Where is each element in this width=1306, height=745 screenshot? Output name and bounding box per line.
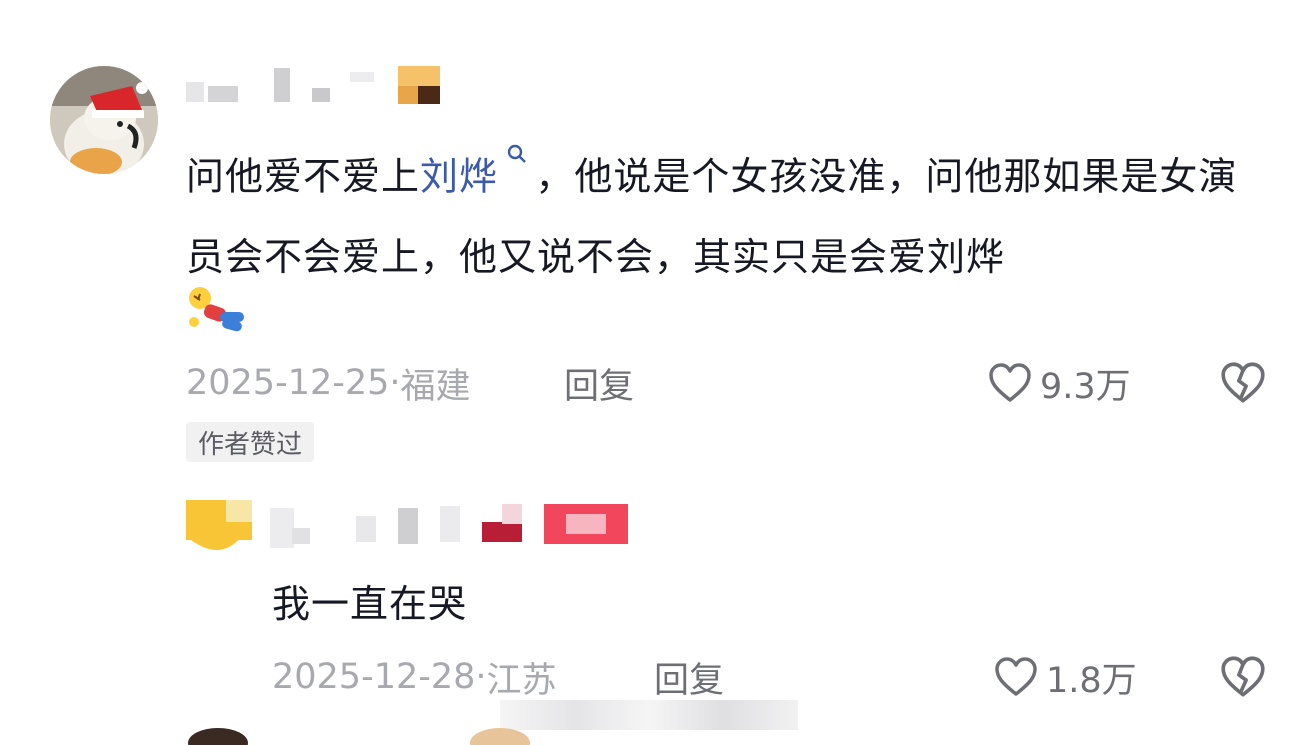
mention-link[interactable]: 刘烨 <box>420 155 498 199</box>
search-icon[interactable] <box>498 144 535 182</box>
commenter-avatar[interactable] <box>50 66 158 174</box>
reply-body: 我一直在哭 <box>272 582 468 626</box>
commenter-username-redacted[interactable] <box>186 66 446 106</box>
watermark-redacted <box>500 700 798 730</box>
author-liked-badge: 作者赞过 <box>186 422 315 462</box>
comment-text-before: 问他爱不爱上 <box>186 154 421 199</box>
reply-date: 2025-12-28 <box>272 657 476 697</box>
like-button[interactable]: 9.3万 <box>986 358 1131 408</box>
replier-username-redacted[interactable] <box>270 500 630 550</box>
comment-meta: 2025-12-25 · 福建 <box>186 358 471 408</box>
duck-avatar-image <box>50 66 158 174</box>
comment-thread: 问他爱不爱上刘烨 ，他说是个女孩没准，问他那如果是女演员会不会爱上，他又说不会，… <box>0 0 1306 745</box>
heart-outline-icon <box>992 653 1040 701</box>
next-commenter-avatar[interactable] <box>470 728 530 745</box>
reply-reply-button[interactable]: 回复 <box>654 652 724 702</box>
reply-like-count: 1.8万 <box>1046 660 1137 701</box>
next-commenter-avatar[interactable] <box>188 728 248 745</box>
replier-avatar[interactable] <box>186 500 252 560</box>
comment-location: 福建 <box>400 366 471 407</box>
broken-heart-icon[interactable] <box>1218 652 1268 702</box>
reply-location: 江苏 <box>486 660 557 701</box>
broken-heart-icon[interactable] <box>1218 358 1268 408</box>
meta-separator: · <box>389 363 401 403</box>
reply-button[interactable]: 回复 <box>564 358 634 408</box>
comment-date: 2025-12-25 <box>186 363 390 403</box>
comment-body: 问他爱不爱上刘烨 ，他说是个女孩没准，问他那如果是女演员会不会爱上，他又说不会，… <box>186 128 1276 297</box>
fallen-person-emoji <box>186 284 248 336</box>
meta-separator: · <box>475 657 487 697</box>
reply-like-button[interactable]: 1.8万 <box>992 652 1137 702</box>
like-count: 9.3万 <box>1040 366 1131 407</box>
heart-outline-icon <box>986 359 1034 407</box>
reply-meta: 2025-12-28 · 江苏 <box>272 652 557 702</box>
